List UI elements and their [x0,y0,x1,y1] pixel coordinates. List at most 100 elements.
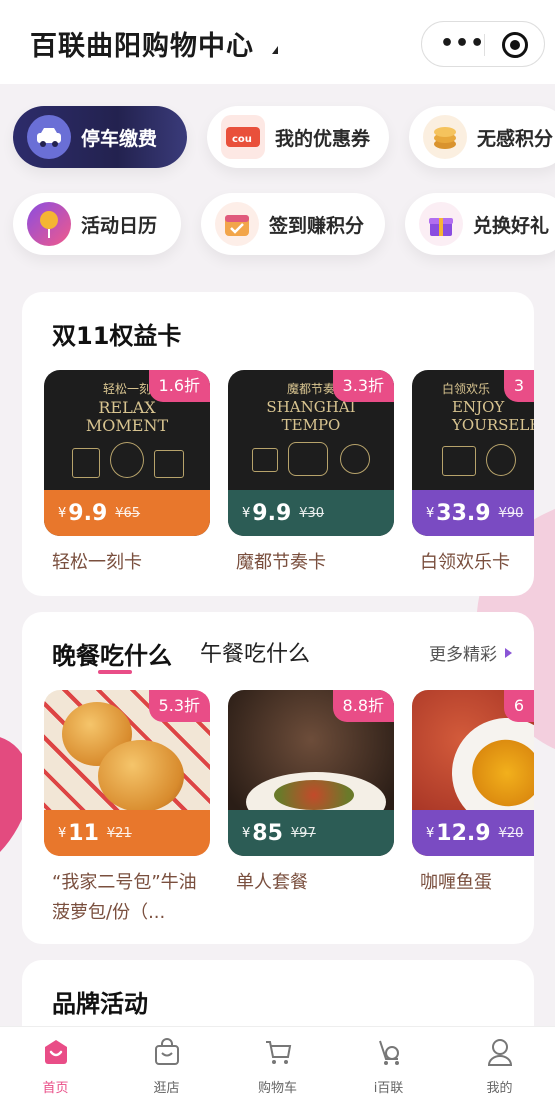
card-en-line2: TEMPO [281,416,341,434]
item-name: 单人套餐 [236,872,308,893]
tab-ibailian[interactable]: i百联 [333,1037,444,1096]
home-icon [41,1037,71,1067]
active-tab-indicator [98,670,132,674]
calendar-label: 活动日历 [81,214,158,237]
currency-symbol: ¥ [242,825,251,841]
currency-symbol: ¥ [426,825,435,841]
ibailian-icon [374,1037,404,1067]
decor-illustration [288,442,328,476]
tab-label: 逛店 [153,1081,180,1096]
car-icon [27,115,71,159]
arrow-right-icon [505,647,512,658]
cart-icon [263,1037,293,1067]
currency-symbol: ¥ [58,505,67,521]
price: 33.9 [436,500,491,526]
currency-symbol: ¥ [426,505,435,521]
dropdown-caret-icon[interactable] [272,46,278,54]
card-en-line2: MOMENT [85,416,169,435]
discount-badge: 8.8折 [332,690,394,722]
mini-program-capsule: ••• [421,21,545,67]
gifts-label: 兑换好礼 [473,214,550,237]
tab-home[interactable]: 首页 [0,1037,111,1096]
tab-dinner[interactable]: 晚餐吃什么 [52,636,172,671]
original-price: ¥65 [115,505,141,521]
user-icon [485,1037,515,1067]
top-bar: 百联曲阳购物中心 ••• [0,0,555,84]
checkin-label: 签到赚积分 [269,214,365,237]
seamless-points-button[interactable]: 无感积分 [409,106,555,168]
close-mini-program-icon[interactable] [502,32,528,58]
tab-lunch[interactable]: 午餐吃什么 [200,636,310,668]
original-price: ¥97 [290,825,316,841]
currency-symbol: ¥ [242,505,251,521]
dinner-section: 晚餐吃什么 午餐吃什么 更多精彩 ¥ 11 ¥21 5.3折 “我家二号包”牛油… [22,612,534,944]
gift-icon [419,202,463,246]
shopping-bag-icon [152,1037,182,1067]
price-bar: ¥ 12.9 ¥20 [412,810,534,856]
price: 9.9 [68,500,108,526]
price-bar: ¥ 85 ¥97 [228,810,394,856]
price: 9.9 [252,500,292,526]
discount-badge: 3 [503,370,534,402]
decor-illustration [110,442,144,478]
tab-label: 首页 [42,1081,69,1096]
dinner-deal-list[interactable]: ¥ 11 ¥21 5.3折 “我家二号包”牛油菠萝包/份（... ¥ 85 ¥9… [44,690,534,944]
svg-text:cou: cou [232,134,252,145]
coupon-icon: cou [221,115,265,159]
benefit-card-list[interactable]: 轻松一刻 RELAX MOMENT ¥ 9.9 ¥65 1.6折 轻松一刻卡 魔… [44,370,534,596]
price-bar: ¥ 9.9 ¥65 [44,490,210,536]
decor-illustration [252,448,278,472]
price: 85 [252,820,283,846]
price: 11 [68,820,99,846]
card-en-line2: YOURSELF [452,416,534,434]
item-name: 咖喱鱼蛋 [420,872,492,893]
mall-title[interactable]: 百联曲阳购物中心 [30,24,254,63]
coins-icon [423,115,467,159]
item-name: 轻松一刻卡 [52,552,142,573]
original-price: ¥21 [106,825,132,841]
item-name: “我家二号包”牛油菠萝包/份（... [52,872,197,923]
discount-badge: 5.3折 [148,690,210,722]
bottom-tab-bar: 首页 逛店 购物车 i百联 我的 [0,1026,555,1115]
my-coupons-button[interactable]: cou 我的优惠券 [207,106,389,168]
more-options-icon[interactable]: ••• [440,33,485,55]
price-bar: ¥ 33.9 ¥90 [412,490,534,536]
tab-profile[interactable]: 我的 [444,1037,555,1096]
discount-badge: 6 [503,690,534,722]
tab-label: 购物车 [257,1081,297,1096]
checkin-calendar-icon [215,202,259,246]
price-bar: ¥ 11 ¥21 [44,810,210,856]
original-price: ¥20 [498,825,524,841]
tab-cart[interactable]: 购物车 [222,1037,333,1096]
more-label: 更多精彩 [429,645,497,665]
decor-illustration [340,444,370,474]
checkin-points-button[interactable]: 签到赚积分 [201,193,385,255]
decor-illustration [72,448,100,478]
coupons-label: 我的优惠券 [275,127,371,150]
discount-badge: 3.3折 [332,370,394,402]
price-bar: ¥ 9.9 ¥30 [228,490,394,536]
more-link[interactable]: 更多精彩 [429,640,512,665]
tab-label: 我的 [486,1081,513,1096]
tab-shops[interactable]: 逛店 [111,1037,222,1096]
redeem-gifts-button[interactable]: 兑换好礼 [405,193,555,255]
item-name: 魔都节奏卡 [236,552,326,573]
discount-badge: 1.6折 [148,370,210,402]
parking-label: 停车缴费 [81,127,158,150]
price: 12.9 [436,820,491,846]
parking-payment-button[interactable]: 停车缴费 [13,106,187,168]
benefit-card-section: 双11权益卡 轻松一刻 RELAX MOMENT ¥ 9.9 ¥65 1.6折 … [22,292,534,596]
item-name: 白领欢乐卡 [420,552,510,573]
original-price: ¥30 [299,505,325,521]
original-price: ¥90 [498,505,524,521]
capsule-divider [484,34,485,56]
section-title: 品牌活动 [52,990,148,1018]
decor-illustration [154,450,184,478]
event-calendar-button[interactable]: 活动日历 [13,193,181,255]
decor-illustration [442,446,476,476]
calendar-balloon-icon [27,202,71,246]
tab-label: i百联 [373,1081,404,1096]
decor-illustration [486,444,516,476]
section-title: 双11权益卡 [52,322,182,350]
currency-symbol: ¥ [58,825,67,841]
